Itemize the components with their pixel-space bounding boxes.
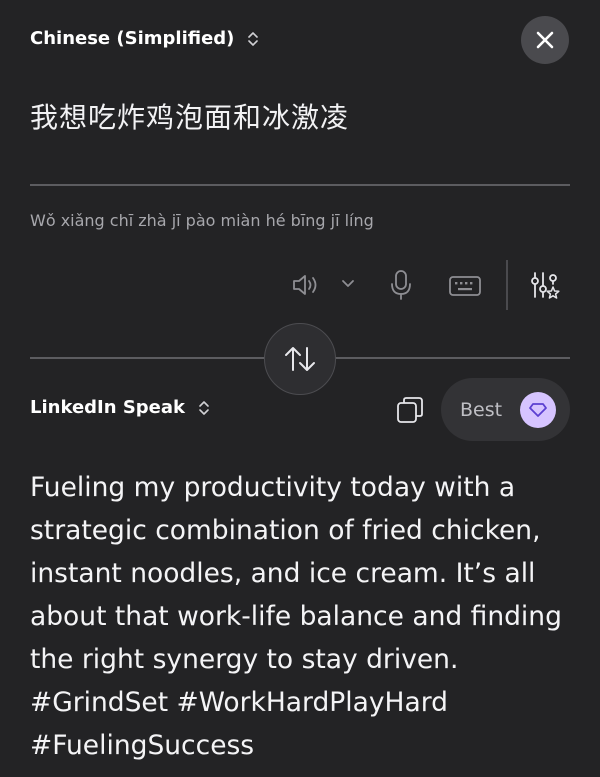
toolbar-separator: [506, 260, 508, 310]
speaker-icon[interactable]: [290, 271, 322, 299]
pinyin-text: Wǒ xiǎng chī zhà jī pào miàn hé bīng jī …: [30, 211, 374, 230]
swap-arrows-icon: [285, 347, 315, 371]
source-text[interactable]: 我想吃炸鸡泡面和冰激凌: [30, 96, 349, 136]
source-language-label: Chinese (Simplified): [30, 28, 235, 49]
target-language-selector[interactable]: LinkedIn Speak: [30, 397, 211, 418]
chevron-updown-icon: [199, 400, 209, 415]
keyboard-icon[interactable]: [448, 274, 482, 298]
close-button[interactable]: [521, 16, 569, 64]
source-language-selector[interactable]: Chinese (Simplified): [30, 28, 260, 49]
translated-text[interactable]: Fueling my productivity today with a str…: [30, 466, 575, 767]
microphone-icon[interactable]: [388, 268, 414, 302]
quality-selector-button[interactable]: Best: [441, 378, 570, 441]
close-icon: [536, 31, 554, 49]
copy-icon[interactable]: [394, 394, 426, 426]
chevron-down-icon[interactable]: [340, 278, 356, 290]
source-divider: [30, 184, 570, 186]
chevron-updown-icon: [248, 31, 259, 46]
gem-icon: [529, 402, 547, 417]
swap-languages-button[interactable]: [264, 323, 336, 395]
target-language-label: LinkedIn Speak: [30, 397, 185, 418]
quality-label: Best: [460, 398, 503, 421]
sliders-sparkle-icon[interactable]: [529, 270, 561, 302]
best-badge: [520, 391, 557, 428]
